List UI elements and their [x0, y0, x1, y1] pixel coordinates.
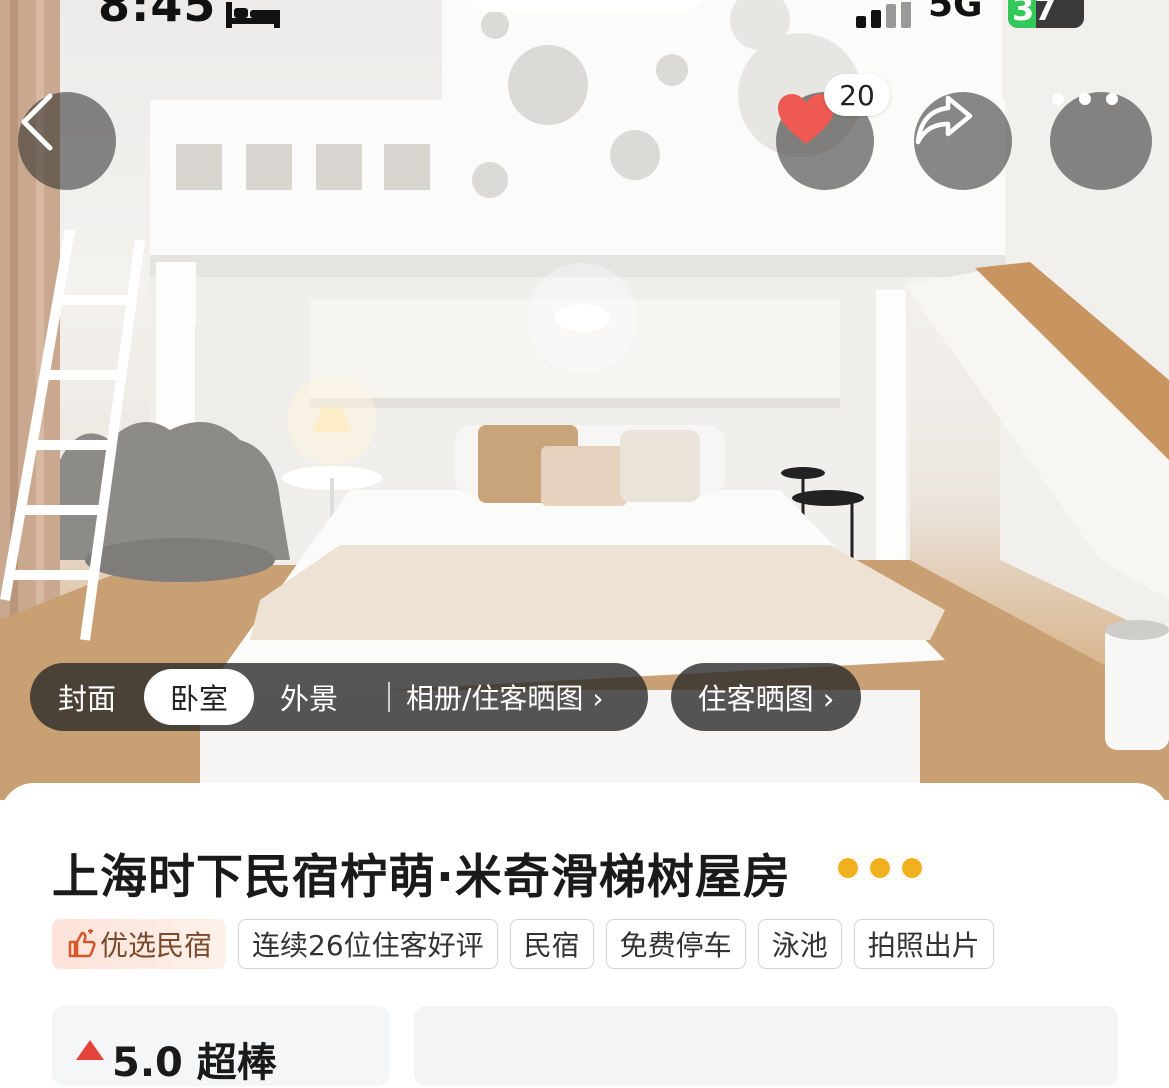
tab-exterior[interactable]: 外景 — [254, 669, 364, 725]
tag-homestay[interactable]: 民宿 — [509, 919, 594, 969]
tab-bedroom[interactable]: 卧室 — [144, 669, 254, 725]
hero-photo[interactable]: 8:45 5G 37 20 封面 卧室 外景 相册/住客晒图 › 住客晒图 › — [0, 0, 1169, 800]
tab-cover[interactable]: 封面 — [30, 669, 144, 725]
more-dots-icon — [1052, 93, 1118, 105]
tag-free-parking[interactable]: 免费停车 — [605, 919, 746, 969]
share-arrow-icon — [915, 95, 973, 145]
map-card[interactable] — [414, 1006, 1118, 1086]
tag-photogenic[interactable]: 拍照出片 — [853, 919, 994, 969]
album-label: 相册/住客晒图 › — [406, 682, 604, 715]
rating-score: 5.0 超棒 — [112, 1040, 277, 1086]
guest-photos-button[interactable]: 住客晒图 › — [671, 663, 861, 731]
thumbs-up-icon — [68, 929, 96, 958]
battery-percent: 37 — [1012, 0, 1057, 28]
status-time: 8:45 — [98, 0, 217, 32]
more-dots-icon — [838, 858, 922, 878]
chevron-left-icon — [21, 93, 53, 151]
battery-icon: 37 — [1008, 0, 1084, 28]
tag-reviews[interactable]: 连续26位住客好评 — [238, 919, 498, 969]
back-button[interactable] — [18, 92, 116, 190]
album-link[interactable]: 相册/住客晒图 › — [388, 677, 604, 717]
rating-up-icon — [76, 1040, 104, 1060]
listing-title: 上海时下民宿柠萌·米奇滑梯树屋房 — [52, 850, 791, 905]
divider — [388, 682, 390, 712]
network-type: 5G — [928, 0, 983, 25]
tag-premium-homestay[interactable]: 优选民宿 — [52, 919, 227, 969]
dynamic-island — [466, 0, 706, 12]
photo-category-bar: 封面 卧室 外景 相册/住客晒图 › — [30, 663, 648, 731]
tag-label: 优选民宿 — [100, 929, 213, 962]
favorite-count-badge: 20 — [824, 74, 890, 116]
tag-pool[interactable]: 泳池 — [757, 919, 842, 969]
share-button[interactable] — [914, 92, 1012, 190]
more-button[interactable] — [1050, 92, 1152, 190]
tag-list: 优选民宿 连续26位住客好评 民宿 免费停车 泳池 拍照出片 — [52, 919, 994, 969]
